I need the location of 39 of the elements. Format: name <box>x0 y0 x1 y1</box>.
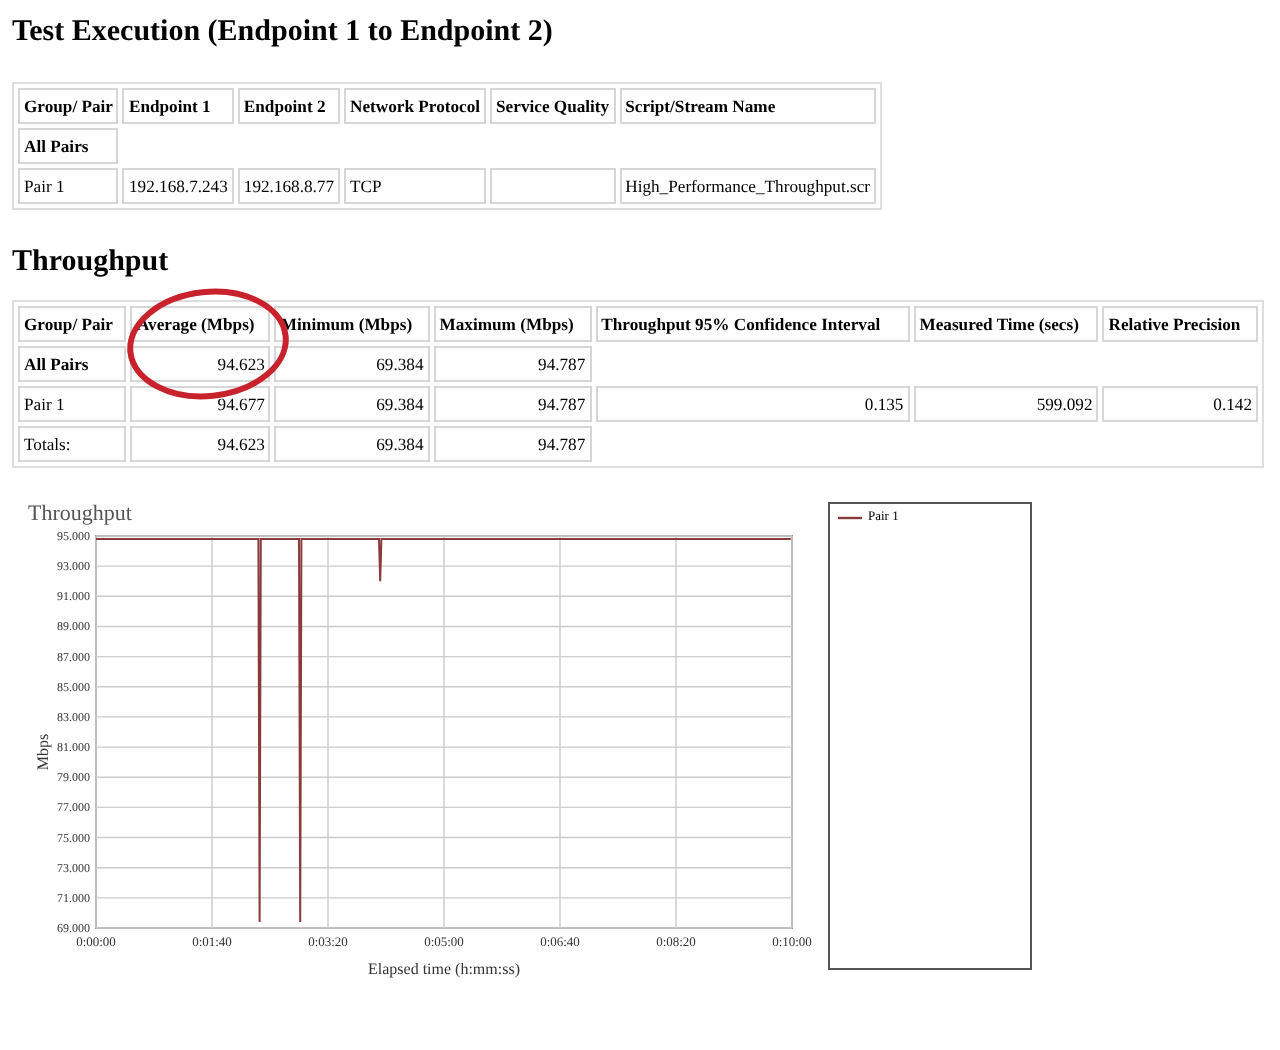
table-cell: 0.135 <box>595 386 910 422</box>
y-axis-label: Mbps <box>34 733 52 771</box>
table-cell: 599.092 <box>913 386 1099 422</box>
table-cell: 192.168.7.243 <box>122 168 234 204</box>
column-header: Script/Stream Name <box>619 88 877 124</box>
x-axis-label: Elapsed time (h:mm:ss) <box>368 960 520 978</box>
table-cell: 192.168.8.77 <box>237 168 341 204</box>
column-header: Group/ Pair <box>18 88 119 124</box>
column-header: Endpoint 2 <box>237 88 341 124</box>
chart-title: Throughput <box>28 502 132 526</box>
table-cell: Pair 1 <box>18 168 119 204</box>
table-cell: 94.623 <box>130 346 271 382</box>
table-cell: 69.384 <box>274 346 430 382</box>
table-cell: 69.384 <box>274 386 430 422</box>
table-cell: Pair 1 <box>18 386 127 422</box>
table-cell: TCP <box>344 168 487 204</box>
table-cell: 94.787 <box>433 426 592 462</box>
table-cell <box>490 168 616 204</box>
table-cell: Totals: <box>18 426 127 462</box>
report-title: Test Execution (Endpoint 1 to Endpoint 2) <box>12 16 555 50</box>
column-header: Throughput 95% Confidence Interval <box>595 306 910 342</box>
table-cell: 94.787 <box>433 346 592 382</box>
column-header: Network Protocol <box>344 88 487 124</box>
table-cell: 69.384 <box>274 426 430 462</box>
column-header: Endpoint 1 <box>122 88 234 124</box>
table-cell: All Pairs <box>18 128 119 164</box>
table-cell: 94.787 <box>433 386 592 422</box>
column-header: Group/ Pair <box>18 306 127 342</box>
section-heading: Throughput <box>12 246 171 280</box>
column-header: Service Quality <box>490 88 616 124</box>
table-cell: 94.623 <box>130 426 271 462</box>
legend-line-icon <box>838 513 862 521</box>
table-cell: All Pairs <box>18 346 127 382</box>
column-header: Measured Time (secs) <box>913 306 1099 342</box>
column-header: Maximum (Mbps) <box>433 306 592 342</box>
table-cell: 0.142 <box>1102 386 1258 422</box>
table-cell: High_Performance_Throughput.scr <box>619 168 877 204</box>
column-header: Relative Precision <box>1102 306 1258 342</box>
table-cell: 94.677 <box>130 386 271 422</box>
